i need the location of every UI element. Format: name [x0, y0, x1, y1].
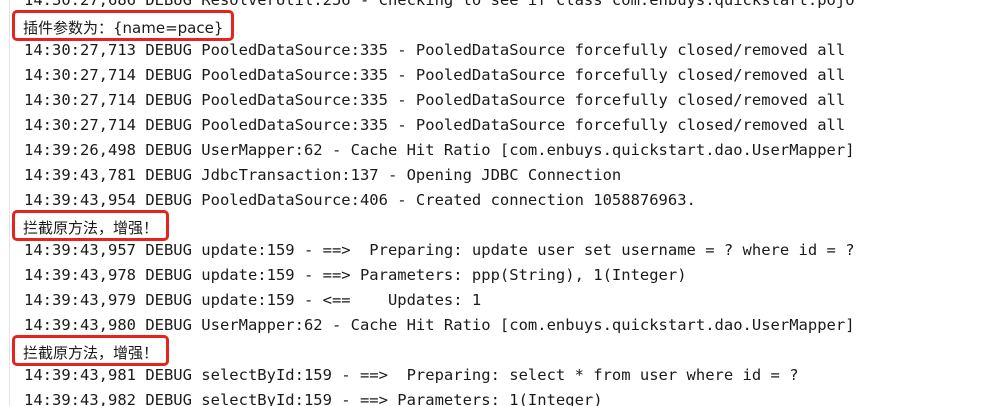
log-lines: 14:30:27,686 DEBUG ResolverUtil:256 - Ch… [0, 0, 998, 406]
log-line: 14:39:43,781 DEBUG JdbcTransaction:137 -… [0, 163, 998, 188]
log-line-text: 14:39:43,781 DEBUG JdbcTransaction:137 -… [24, 166, 622, 184]
console-output[interactable]: 14:30:27,686 DEBUG ResolverUtil:256 - Ch… [0, 0, 998, 406]
log-line-text: 拦截原方法，增强！ [23, 344, 159, 362]
highlight-box: 拦截原方法，增强！ [12, 210, 170, 241]
highlight-box: 拦截原方法，增强！ [12, 335, 170, 366]
log-line-highlighted: 插件参数为：{name=pace} [0, 10, 998, 41]
log-line-text: 插件参数为：{name=pace} [23, 19, 224, 37]
log-line-text: 14:39:43,978 DEBUG update:159 - ==> Para… [24, 266, 687, 284]
log-line: 14:30:27,714 DEBUG PooledDataSource:335 … [0, 113, 998, 138]
log-line: 14:30:27,714 DEBUG PooledDataSource:335 … [0, 63, 998, 88]
log-line: 14:39:43,982 DEBUG selectById:159 - ==> … [0, 388, 998, 406]
log-line-highlighted: 拦截原方法，增强！ [0, 335, 998, 366]
log-line-text: 14:30:27,714 DEBUG PooledDataSource:335 … [24, 66, 846, 84]
log-line-text: 14:39:43,954 DEBUG PooledDataSource:406 … [24, 191, 696, 209]
log-line: 14:39:43,978 DEBUG update:159 - ==> Para… [0, 263, 998, 288]
log-line-text: 14:30:27,686 DEBUG ResolverUtil:256 - Ch… [24, 0, 855, 9]
log-line: 14:39:43,979 DEBUG update:159 - <== Upda… [0, 288, 998, 313]
log-line-text: 14:39:43,979 DEBUG update:159 - <== Upda… [24, 291, 482, 309]
log-line: 14:30:27,714 DEBUG PooledDataSource:335 … [0, 88, 998, 113]
log-line-text: 14:30:27,714 DEBUG PooledDataSource:335 … [24, 91, 846, 109]
log-line-text: 14:39:26,498 DEBUG UserMapper:62 - Cache… [24, 141, 855, 159]
log-line-text: 14:39:43,982 DEBUG selectById:159 - ==> … [24, 391, 603, 406]
log-line-text: 拦截原方法，增强！ [23, 219, 159, 237]
highlight-box: 插件参数为：{name=pace} [12, 10, 235, 41]
log-line: 14:39:26,498 DEBUG UserMapper:62 - Cache… [0, 138, 998, 163]
log-line-text: 14:39:43,980 DEBUG UserMapper:62 - Cache… [24, 316, 855, 334]
log-line-text: 14:30:27,714 DEBUG PooledDataSource:335 … [24, 116, 846, 134]
log-line-highlighted: 拦截原方法，增强！ [0, 210, 998, 241]
